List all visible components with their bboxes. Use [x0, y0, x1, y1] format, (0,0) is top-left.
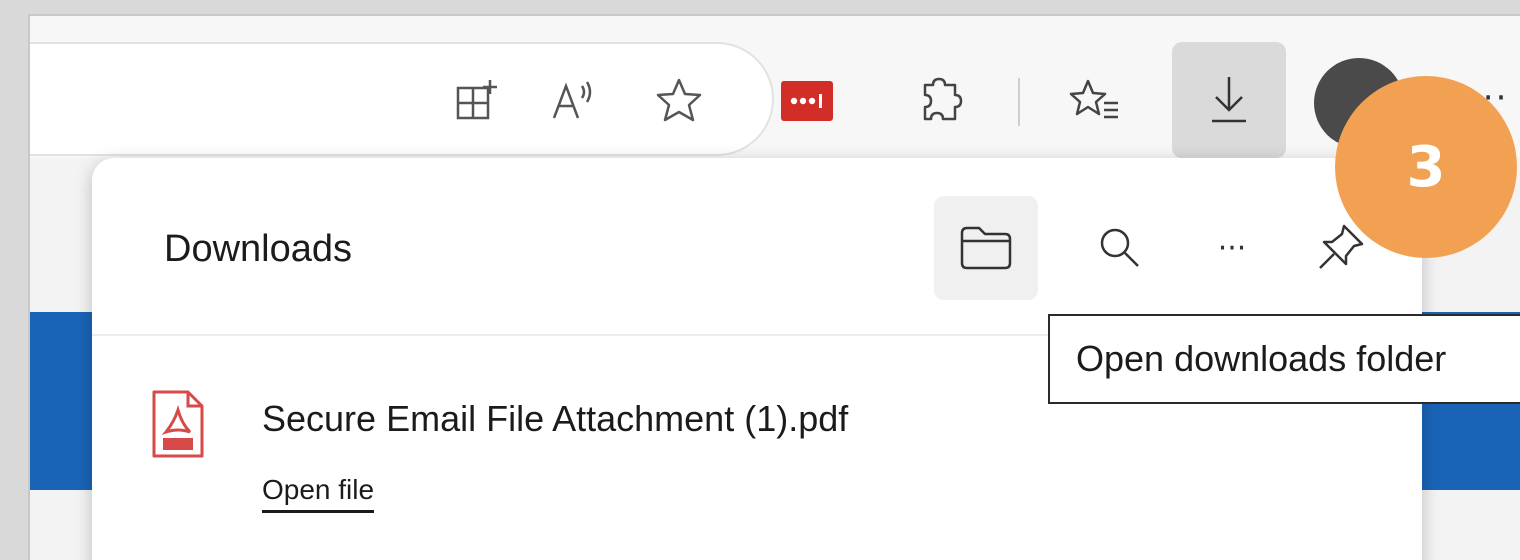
favorites-list-icon[interactable]	[1060, 66, 1130, 136]
downloads-icon	[1194, 64, 1264, 134]
open-downloads-folder-button[interactable]	[934, 196, 1038, 300]
panel-title: Downloads	[164, 228, 352, 270]
read-aloud-icon[interactable]	[538, 66, 608, 136]
step-badge: 3	[1335, 76, 1517, 258]
search-downloads-button[interactable]	[1068, 196, 1172, 300]
more-options-button[interactable]: ···	[1180, 196, 1284, 300]
tooltip: Open downloads folder	[1048, 314, 1520, 404]
favorite-star-icon[interactable]	[644, 66, 714, 136]
open-file-link[interactable]: Open file	[262, 474, 375, 513]
app-available-icon[interactable]	[442, 66, 512, 136]
toolbar-divider	[1018, 78, 1020, 126]
browser-toolbar: ···	[30, 16, 1520, 158]
search-icon	[1100, 228, 1139, 267]
downloads-button[interactable]	[1172, 42, 1286, 158]
download-file-name[interactable]: Secure Email File Attachment (1).pdf	[262, 398, 848, 440]
extensions-icon[interactable]	[910, 66, 980, 136]
folder-icon	[960, 226, 1012, 270]
browser-window: ··· Downloads ··· Secure Email File Atta…	[28, 14, 1520, 560]
pdf-file-icon	[148, 388, 208, 464]
lastpass-extension-icon[interactable]	[772, 66, 842, 136]
